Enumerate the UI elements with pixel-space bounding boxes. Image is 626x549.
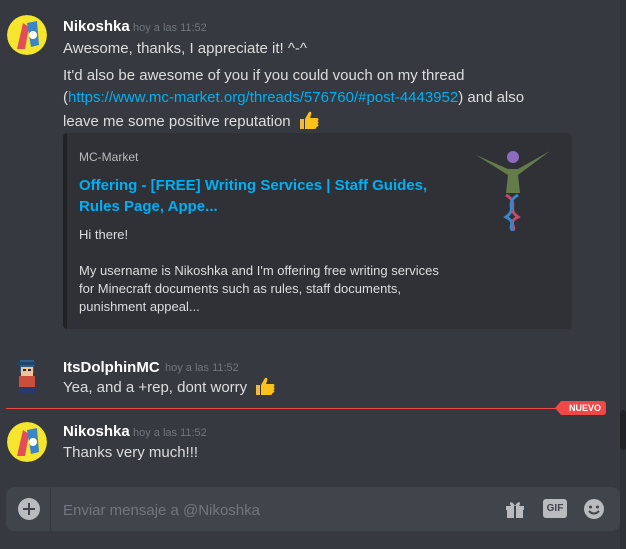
embed-description: Hi there! My username is Nikoshka and I'…	[79, 227, 439, 314]
avatar-itsdolphinmc[interactable]	[7, 356, 47, 396]
embed-provider[interactable]: MC-Market	[79, 150, 138, 164]
avatar-nikoshka[interactable]	[7, 422, 47, 462]
avatar-nikoshka[interactable]	[7, 15, 47, 55]
add-attachment-icon[interactable]	[18, 498, 40, 520]
gif-picker-button[interactable]: GIF	[543, 499, 567, 518]
link-embed: MC-Market Offering - [FREE] Writing Serv…	[63, 133, 572, 329]
message-author[interactable]: ItsDolphinMC	[63, 359, 160, 376]
message-timestamp: hoy a las 11:52	[133, 22, 207, 34]
message-text: Thanks very much!!!	[63, 444, 199, 461]
message-author[interactable]: Nikoshka	[63, 423, 130, 440]
thread-link[interactable]: https://www.mc-market.org/threads/576760…	[68, 89, 458, 106]
message-text: Awesome, thanks, I appreciate it! ^-^	[63, 40, 307, 57]
scrollbar-thumb[interactable]	[620, 410, 626, 450]
message-timestamp: hoy a las 11:52	[133, 427, 207, 439]
message-input-bar: GIF	[6, 487, 620, 533]
message-timestamp: hoy a las 11:52	[165, 362, 239, 374]
new-messages-divider	[6, 408, 606, 409]
thumbs-up-emoji-icon[interactable]	[298, 110, 320, 130]
message-text: leave me some positive reputation	[63, 110, 320, 132]
embed-title[interactable]: Offering - [FREE] Writing Services | Sta…	[79, 175, 469, 217]
gift-icon[interactable]	[503, 497, 527, 521]
scrollbar-track[interactable]	[620, 0, 626, 549]
thumbs-up-emoji-icon[interactable]	[254, 376, 276, 396]
message-text-span: leave me some positive reputation	[63, 113, 291, 130]
emoji-picker-icon[interactable]	[582, 497, 606, 521]
message-text-with-link: (https://www.mc-market.org/threads/57676…	[63, 87, 524, 108]
message-text: It'd also be awesome of you if you could…	[63, 67, 465, 84]
message-text: Yea, and a +rep, dont worry	[63, 376, 276, 398]
new-messages-badge: NUEVO	[554, 401, 607, 415]
message-author[interactable]: Nikoshka	[63, 18, 130, 35]
message-text-span: Yea, and a +rep, dont worry	[63, 379, 248, 396]
line-tail: ) and also	[458, 89, 525, 106]
dna-figure-thumbnail-icon[interactable]	[472, 145, 554, 233]
message-input[interactable]	[61, 487, 485, 533]
input-separator	[50, 487, 51, 531]
